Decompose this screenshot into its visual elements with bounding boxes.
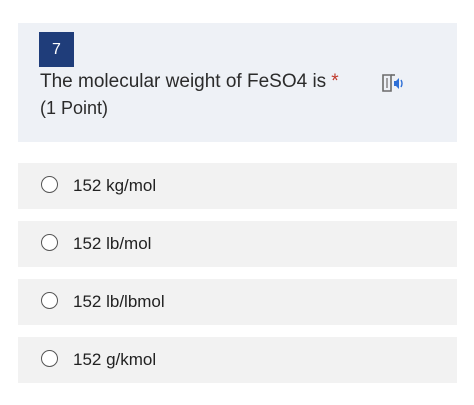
answer-option-label: 152 kg/mol bbox=[73, 176, 157, 195]
answer-option[interactable]: 152 lb/mol bbox=[18, 221, 457, 267]
answer-option-label: 152 lb/lbmol bbox=[73, 292, 165, 311]
question-title: The molecular weight of FeSO4 is * bbox=[40, 70, 339, 94]
answer-option[interactable]: 152 g/kmol bbox=[18, 337, 457, 383]
radio-button[interactable] bbox=[41, 176, 58, 193]
radio-button[interactable] bbox=[41, 292, 58, 309]
answer-option[interactable]: 152 kg/mol bbox=[18, 163, 457, 209]
radio-button[interactable] bbox=[41, 234, 58, 251]
question-text: The molecular weight of FeSO4 is bbox=[40, 71, 327, 92]
radio-button[interactable] bbox=[41, 350, 58, 367]
question-number-badge: 7 bbox=[39, 32, 74, 67]
answer-option-label: 152 lb/mol bbox=[73, 234, 152, 253]
required-marker: * bbox=[331, 71, 339, 92]
quiz-page: 7 The molecular weight of FeSO4 is * (1 P… bbox=[0, 0, 474, 405]
question-card: 7 The molecular weight of FeSO4 is * (1 P… bbox=[18, 23, 457, 142]
answer-option-label: 152 g/kmol bbox=[73, 350, 157, 369]
answer-option[interactable]: 152 lb/lbmol bbox=[18, 279, 457, 325]
question-points: (1 Point) bbox=[40, 98, 109, 118]
immersive-reader-icon[interactable] bbox=[381, 72, 405, 94]
